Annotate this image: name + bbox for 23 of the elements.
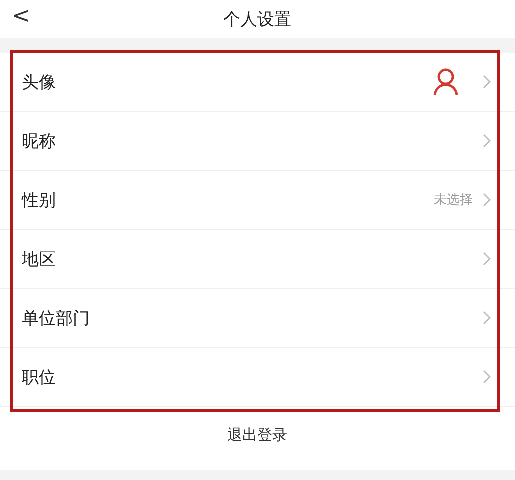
chevron-icon — [483, 311, 491, 325]
settings-row[interactable]: 地区 — [0, 230, 515, 289]
settings-row[interactable]: 性别 未选择 — [0, 171, 515, 230]
row-label: 地区 — [22, 248, 57, 270]
chevron-icon — [483, 252, 491, 266]
row-label: 头像 — [22, 72, 57, 94]
page-title: 个人设置 — [224, 8, 292, 30]
row-label: 单位部门 — [22, 308, 91, 330]
row-label: 昵称 — [22, 130, 57, 152]
row-label: 职位 — [22, 366, 57, 388]
chevron-icon — [483, 370, 491, 384]
back-button[interactable]: < — [6, 4, 36, 29]
row-label: 性别 — [22, 190, 57, 212]
settings-row[interactable]: 职位 — [0, 348, 515, 407]
chevron-icon — [483, 75, 491, 89]
settings-row[interactable]: 头像 — [0, 53, 515, 112]
row-value: 未选择 — [434, 192, 473, 209]
user-icon — [433, 68, 459, 96]
settings-row[interactable]: 单位部门 — [0, 289, 515, 348]
settings-row[interactable]: 昵称 — [0, 112, 515, 171]
chevron-icon — [483, 134, 491, 148]
chevron-icon — [483, 193, 491, 207]
logout-button[interactable]: 退出登录 — [222, 425, 294, 446]
